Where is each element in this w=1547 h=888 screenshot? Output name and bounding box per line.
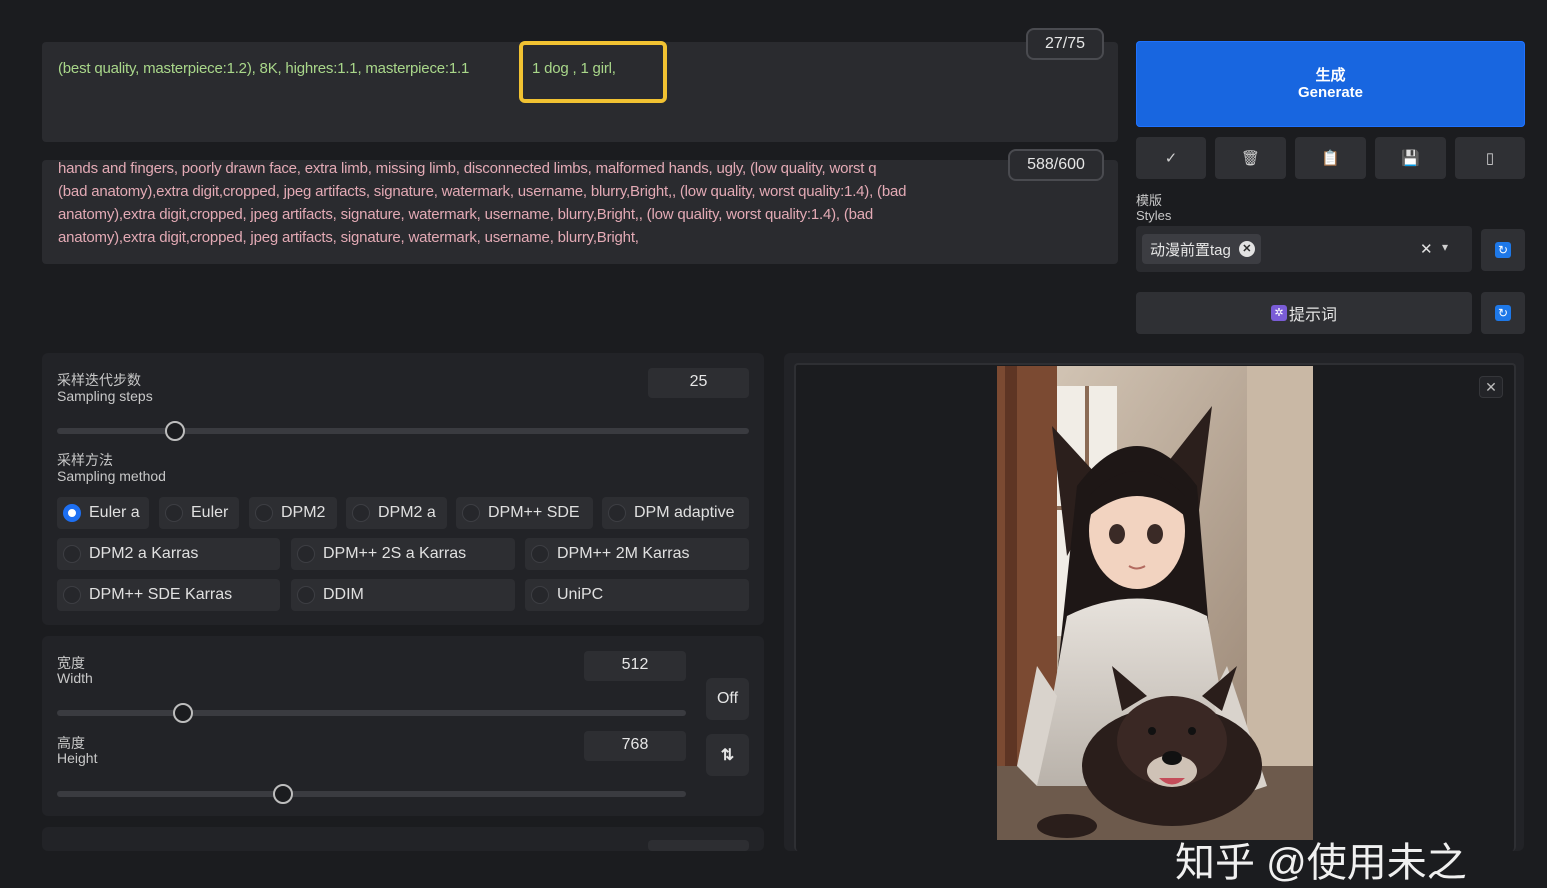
remove-chip-icon[interactable]: ✕ [1238,241,1255,257]
clipboard-button[interactable]: 📋 [1295,137,1366,179]
sampler-option[interactable]: DPM2 a [346,497,447,529]
sampler-option[interactable]: DPM++ 2M Karras [525,538,749,570]
watermark-text: 知乎 @使用未之 [1175,841,1467,885]
radio-unselected [531,586,549,604]
sampler-label: DPM2 a [378,504,436,521]
width-label-en: Width [57,670,93,686]
slider-thumb[interactable] [172,703,193,723]
check-icon: ✓ [1164,150,1178,167]
styles-select[interactable]: 动漫前置tag ✕ ✕ ▾ [1136,226,1472,272]
generated-image[interactable] [997,366,1313,840]
off-button[interactable]: Off [706,678,749,720]
radio-unselected [531,545,549,563]
sparkle-icon: ✲ [1270,305,1287,321]
negative-prompt-line: anatomy),extra digit,cropped, jpeg artif… [58,206,874,223]
prompt-helper-label: 提示词 [1288,307,1337,324]
refresh-icon: ↻ [1495,305,1511,321]
sampler-option[interactable]: Euler [159,497,239,529]
sampler-option[interactable]: DPM2 a Karras [57,538,280,570]
sampler-option[interactable]: DDIM [291,579,515,611]
generate-label-zh: 生成 [1315,67,1346,84]
sampler-option[interactable]: DPM2 [249,497,337,529]
clipboard-icon: 📋 [1321,150,1340,167]
radio-unselected [63,586,81,604]
width-input[interactable]: 512 [584,651,686,681]
sampler-label: DPM++ 2S a Karras [323,545,467,562]
chevron-down-icon[interactable]: ▾ [1442,240,1448,254]
styles-label-zh: 模版 [1136,193,1163,208]
sampling-method-label-en: Sampling method [57,468,166,484]
width-slider[interactable] [57,703,686,723]
next-panel-input[interactable] [648,840,749,851]
height-label-en: Height [57,750,98,766]
negative-prompt-text: hands and fingers, poorly drawn face, ex… [58,160,1110,249]
negative-prompt-input[interactable]: hands and fingers, poorly drawn face, ex… [42,160,1118,264]
sampling-steps-slider[interactable] [57,421,749,441]
sampler-label: DPM++ SDE [488,504,580,521]
style-chip: 动漫前置tag ✕ [1142,234,1261,264]
sampler-option[interactable]: DPM++ SDE [456,497,593,529]
sampler-label: DPM++ 2M Karras [557,545,690,562]
styles-label-en: Styles [1136,208,1172,223]
sampler-option[interactable]: DPM++ 2S a Karras [291,538,515,570]
negative-token-counter: 588/600 [1008,149,1104,181]
refresh-styles-button[interactable]: ↻ [1481,229,1525,271]
negative-prompt-line: hands and fingers, poorly drawn face, ex… [58,160,877,177]
sampling-steps-label-zh: 采样迭代步数 [57,372,141,388]
width-label-zh: 宽度 [57,655,85,671]
sampler-label: Euler a [89,504,140,521]
sampler-label: DPM2 [281,504,326,521]
generate-button[interactable]: 生成 Generate [1136,41,1525,127]
rectangle-icon: ▯ [1485,150,1495,167]
radio-unselected [165,504,183,522]
save-style-button[interactable]: 💾 [1375,137,1446,179]
swap-dimensions-button[interactable]: ⇅ [706,734,749,776]
sampler-label: DPM++ SDE Karras [89,586,233,603]
height-slider[interactable] [57,784,686,804]
prompt-helper-button[interactable]: ✲ 提示词 [1136,292,1472,334]
height-input[interactable]: 768 [584,731,686,761]
sampling-method-label-zh: 采样方法 [57,452,113,468]
positive-token-counter: 27/75 [1026,28,1104,60]
radio-unselected [297,586,315,604]
sampling-steps-input[interactable]: 25 [648,368,749,398]
sampler-label: DPM2 a Karras [89,545,199,562]
sampler-label: UniPC [557,586,604,603]
height-label-zh: 高度 [57,735,85,751]
sampler-label: DDIM [323,586,364,603]
trash-icon: 🗑 [1240,150,1261,167]
generate-label-en: Generate [1297,84,1364,101]
negative-prompt-line: (bad anatomy),extra digit,cropped, jpeg … [58,183,907,200]
radio-unselected [462,504,480,522]
sampler-label: Euler [191,504,229,521]
style-chip-label: 动漫前置tag [1150,241,1231,259]
clear-styles-icon[interactable]: ✕ [1420,240,1433,258]
slider-thumb[interactable] [164,421,185,441]
sampler-option[interactable]: UniPC [525,579,749,611]
radio-selected [63,504,81,522]
highlight-box [519,41,667,103]
radio-unselected [352,504,370,522]
sampler-option[interactable]: Euler a [57,497,149,529]
radio-unselected [63,545,81,563]
radio-unselected [608,504,626,522]
save-icon: 💾 [1401,150,1420,167]
negative-prompt-line: anatomy),extra digit,cropped, jpeg artif… [58,229,639,246]
radio-unselected [255,504,273,522]
girl-dog-illustration [997,366,1313,840]
check-button[interactable]: ✓ [1136,137,1206,179]
sampler-label: DPM adaptive [634,504,735,521]
refresh-prompt-button[interactable]: ↻ [1481,292,1525,334]
refresh-icon: ↻ [1495,242,1511,258]
sampler-option[interactable]: DPM adaptive [602,497,749,529]
sampler-option[interactable]: DPM++ SDE Karras [57,579,280,611]
positive-prompt-text: (best quality, masterpiece:1.2), 8K, hig… [58,60,470,77]
swap-icon: ⇅ [720,747,735,764]
trash-button[interactable]: 🗑 [1215,137,1286,179]
close-output-button[interactable]: ✕ [1479,376,1503,398]
radio-unselected [297,545,315,563]
extra-button[interactable]: ▯ [1455,137,1525,179]
sampling-steps-label-en: Sampling steps [57,388,153,404]
